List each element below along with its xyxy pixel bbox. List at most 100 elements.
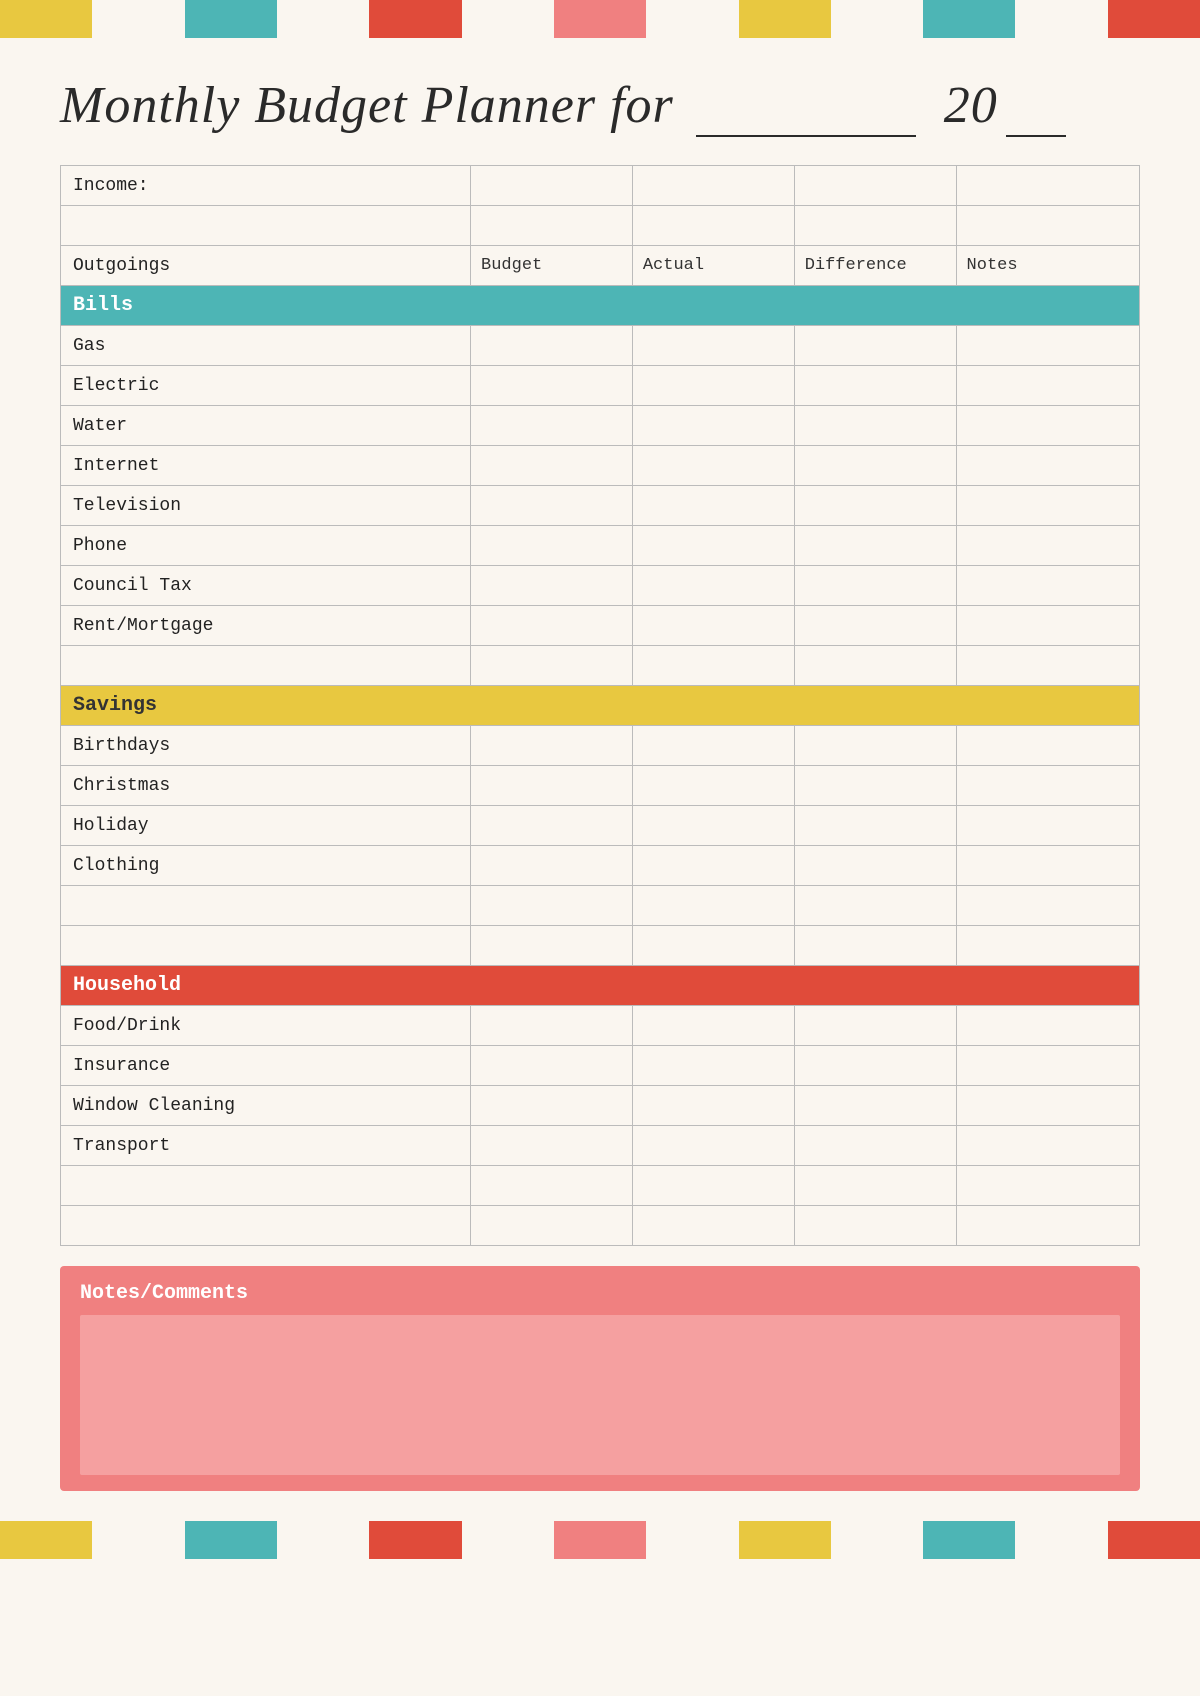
row-water: Water xyxy=(61,406,1140,446)
bot-deco-seg-1 xyxy=(0,1521,92,1559)
title-area: Monthly Budget Planner for 20 xyxy=(0,38,1200,165)
label-holiday: Holiday xyxy=(61,806,471,846)
outgoings-header-row: Outgoings Budget Actual Difference Notes xyxy=(61,246,1140,286)
budget-table: Income: Outgoings Budget Actual Differen… xyxy=(60,165,1140,1246)
deco-seg-3 xyxy=(369,0,461,38)
row-phone: Phone xyxy=(61,526,1140,566)
bot-deco-seg-4 xyxy=(554,1521,646,1559)
val-xmas-notes xyxy=(956,766,1139,806)
val-holiday-notes xyxy=(956,806,1139,846)
notes-title: Notes/Comments xyxy=(80,1282,1120,1305)
main-table-wrapper: Income: Outgoings Budget Actual Differen… xyxy=(0,165,1200,1246)
bot-deco-gap-1 xyxy=(92,1521,184,1559)
val-ct-notes xyxy=(956,566,1139,606)
row-council-tax: Council Tax xyxy=(61,566,1140,606)
val-gas-budget xyxy=(471,326,633,366)
val-internet-budget xyxy=(471,446,633,486)
deco-seg-6 xyxy=(923,0,1015,38)
title-year-line xyxy=(1006,76,1066,137)
bot-deco-gap-2 xyxy=(277,1521,369,1559)
val-xmas-actual xyxy=(632,766,794,806)
val-ins-budget xyxy=(471,1046,633,1086)
val-gas-notes xyxy=(956,326,1139,366)
row-birthdays: Birthdays xyxy=(61,726,1140,766)
bot-deco-gap-3 xyxy=(462,1521,554,1559)
deco-gap-6 xyxy=(1015,0,1107,38)
deco-seg-7 xyxy=(1108,0,1200,38)
label-transport: Transport xyxy=(61,1126,471,1166)
val-electric-diff xyxy=(794,366,956,406)
col-difference: Difference xyxy=(794,246,956,286)
val-rent-actual xyxy=(632,606,794,646)
val-rent-notes xyxy=(956,606,1139,646)
label-food-drink: Food/Drink xyxy=(61,1006,471,1046)
val-phone-diff xyxy=(794,526,956,566)
val-gas-actual xyxy=(632,326,794,366)
income-budget xyxy=(471,166,633,206)
val-tv-notes xyxy=(956,486,1139,526)
val-tv-budget xyxy=(471,486,633,526)
income-notes xyxy=(956,166,1139,206)
label-television: Television xyxy=(61,486,471,526)
val-electric-notes xyxy=(956,366,1139,406)
val-food-diff xyxy=(794,1006,956,1046)
bot-deco-seg-3 xyxy=(369,1521,461,1559)
deco-gap-1 xyxy=(92,0,184,38)
bot-deco-gap-5 xyxy=(831,1521,923,1559)
bot-deco-seg-7 xyxy=(1108,1521,1200,1559)
val-rent-budget xyxy=(471,606,633,646)
val-electric-budget xyxy=(471,366,633,406)
val-food-notes xyxy=(956,1006,1139,1046)
val-gas-diff xyxy=(794,326,956,366)
val-wc-diff xyxy=(794,1086,956,1126)
deco-seg-5 xyxy=(739,0,831,38)
val-bday-actual xyxy=(632,726,794,766)
val-electric-actual xyxy=(632,366,794,406)
deco-gap-2 xyxy=(277,0,369,38)
label-christmas: Christmas xyxy=(61,766,471,806)
notes-section: Notes/Comments xyxy=(60,1266,1140,1491)
val-tv-actual xyxy=(632,486,794,526)
income-actual xyxy=(632,166,794,206)
label-electric: Electric xyxy=(61,366,471,406)
spacer-row-2 xyxy=(61,646,1140,686)
top-deco-bar xyxy=(0,0,1200,38)
page-title: Monthly Budget Planner for 20 xyxy=(60,77,1066,134)
val-food-budget xyxy=(471,1006,633,1046)
val-phone-budget xyxy=(471,526,633,566)
val-transport-notes xyxy=(956,1126,1139,1166)
bot-deco-gap-4 xyxy=(646,1521,738,1559)
row-gas: Gas xyxy=(61,326,1140,366)
deco-seg-2 xyxy=(185,0,277,38)
deco-seg-1 xyxy=(0,0,92,38)
val-ins-diff xyxy=(794,1046,956,1086)
val-water-budget xyxy=(471,406,633,446)
val-internet-diff xyxy=(794,446,956,486)
val-clothing-actual xyxy=(632,846,794,886)
bot-deco-seg-5 xyxy=(739,1521,831,1559)
val-phone-notes xyxy=(956,526,1139,566)
row-electric: Electric xyxy=(61,366,1140,406)
bottom-deco-bar xyxy=(0,1521,1200,1559)
income-label: Income: xyxy=(61,166,471,206)
row-window-cleaning: Window Cleaning xyxy=(61,1086,1140,1126)
income-difference xyxy=(794,166,956,206)
label-clothing: Clothing xyxy=(61,846,471,886)
income-row: Income: xyxy=(61,166,1140,206)
val-holiday-budget xyxy=(471,806,633,846)
label-birthdays: Birthdays xyxy=(61,726,471,766)
val-ins-actual xyxy=(632,1046,794,1086)
val-ct-budget xyxy=(471,566,633,606)
notes-content-area[interactable] xyxy=(80,1315,1120,1475)
val-clothing-notes xyxy=(956,846,1139,886)
outgoings-label: Outgoings xyxy=(61,246,471,286)
deco-gap-4 xyxy=(646,0,738,38)
row-food-drink: Food/Drink xyxy=(61,1006,1140,1046)
section-savings-header: Savings xyxy=(61,686,1140,726)
val-food-actual xyxy=(632,1006,794,1046)
val-tv-diff xyxy=(794,486,956,526)
spacer-row-4 xyxy=(61,926,1140,966)
section-household-header: Household xyxy=(61,966,1140,1006)
val-wc-notes xyxy=(956,1086,1139,1126)
val-clothing-budget xyxy=(471,846,633,886)
